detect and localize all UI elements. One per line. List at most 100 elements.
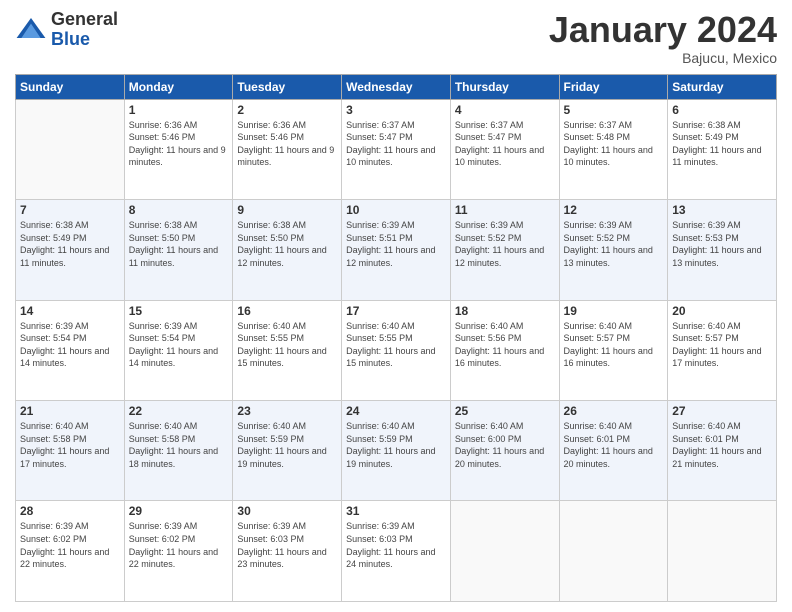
sunset-time: Sunset: 6:02 PM [20, 534, 87, 544]
day-info: Sunrise: 6:40 AM Sunset: 5:56 PM Dayligh… [455, 320, 555, 370]
day-number: 9 [237, 203, 337, 217]
table-row: 30 Sunrise: 6:39 AM Sunset: 6:03 PM Dayl… [233, 501, 342, 602]
sunrise-time: Sunrise: 6:36 AM [237, 120, 306, 130]
table-row: 3 Sunrise: 6:37 AM Sunset: 5:47 PM Dayli… [342, 99, 451, 199]
sunrise-time: Sunrise: 6:40 AM [129, 421, 198, 431]
day-number: 8 [129, 203, 229, 217]
daylight-hours: Daylight: 11 hours and 14 minutes. [129, 346, 218, 369]
logo-blue: Blue [51, 30, 118, 50]
logo: General Blue [15, 10, 118, 50]
day-number: 11 [455, 203, 555, 217]
day-number: 27 [672, 404, 772, 418]
sunset-time: Sunset: 6:01 PM [564, 434, 631, 444]
table-row: 12 Sunrise: 6:39 AM Sunset: 5:52 PM Dayl… [559, 200, 668, 300]
sunset-time: Sunset: 5:47 PM [346, 132, 413, 142]
sunset-time: Sunset: 5:49 PM [20, 233, 87, 243]
col-sunday: Sunday [16, 74, 125, 99]
col-monday: Monday [124, 74, 233, 99]
daylight-hours: Daylight: 11 hours and 16 minutes. [564, 346, 653, 369]
col-saturday: Saturday [668, 74, 777, 99]
daylight-hours: Daylight: 11 hours and 13 minutes. [672, 245, 761, 268]
col-friday: Friday [559, 74, 668, 99]
sunset-time: Sunset: 5:59 PM [237, 434, 304, 444]
day-number: 21 [20, 404, 120, 418]
day-info: Sunrise: 6:40 AM Sunset: 5:55 PM Dayligh… [237, 320, 337, 370]
daylight-hours: Daylight: 11 hours and 12 minutes. [346, 245, 435, 268]
sunset-time: Sunset: 5:51 PM [346, 233, 413, 243]
daylight-hours: Daylight: 11 hours and 13 minutes. [564, 245, 653, 268]
day-number: 7 [20, 203, 120, 217]
sunset-time: Sunset: 5:46 PM [237, 132, 304, 142]
sunrise-time: Sunrise: 6:39 AM [20, 521, 89, 531]
table-row: 16 Sunrise: 6:40 AM Sunset: 5:55 PM Dayl… [233, 300, 342, 400]
day-number: 17 [346, 304, 446, 318]
day-number: 24 [346, 404, 446, 418]
day-info: Sunrise: 6:40 AM Sunset: 5:58 PM Dayligh… [20, 420, 120, 470]
table-row [16, 99, 125, 199]
table-row: 25 Sunrise: 6:40 AM Sunset: 6:00 PM Dayl… [450, 401, 559, 501]
table-row: 29 Sunrise: 6:39 AM Sunset: 6:02 PM Dayl… [124, 501, 233, 602]
table-row: 20 Sunrise: 6:40 AM Sunset: 5:57 PM Dayl… [668, 300, 777, 400]
day-info: Sunrise: 6:37 AM Sunset: 5:47 PM Dayligh… [346, 119, 446, 169]
day-info: Sunrise: 6:40 AM Sunset: 5:55 PM Dayligh… [346, 320, 446, 370]
day-info: Sunrise: 6:40 AM Sunset: 5:57 PM Dayligh… [564, 320, 664, 370]
calendar: Sunday Monday Tuesday Wednesday Thursday… [15, 74, 777, 602]
day-info: Sunrise: 6:40 AM Sunset: 6:01 PM Dayligh… [564, 420, 664, 470]
sunrise-time: Sunrise: 6:39 AM [129, 321, 198, 331]
calendar-body: 1 Sunrise: 6:36 AM Sunset: 5:46 PM Dayli… [16, 99, 777, 601]
daylight-hours: Daylight: 11 hours and 11 minutes. [20, 245, 109, 268]
day-number: 1 [129, 103, 229, 117]
table-row: 19 Sunrise: 6:40 AM Sunset: 5:57 PM Dayl… [559, 300, 668, 400]
daylight-hours: Daylight: 11 hours and 11 minutes. [672, 145, 761, 168]
day-number: 10 [346, 203, 446, 217]
day-number: 6 [672, 103, 772, 117]
day-info: Sunrise: 6:39 AM Sunset: 5:54 PM Dayligh… [20, 320, 120, 370]
daylight-hours: Daylight: 11 hours and 24 minutes. [346, 547, 435, 570]
day-info: Sunrise: 6:39 AM Sunset: 5:52 PM Dayligh… [564, 219, 664, 269]
sunrise-time: Sunrise: 6:40 AM [455, 421, 524, 431]
sunset-time: Sunset: 6:03 PM [346, 534, 413, 544]
col-thursday: Thursday [450, 74, 559, 99]
sunrise-time: Sunrise: 6:38 AM [672, 120, 741, 130]
table-row [559, 501, 668, 602]
sunset-time: Sunset: 5:49 PM [672, 132, 739, 142]
sunrise-time: Sunrise: 6:39 AM [346, 521, 415, 531]
day-number: 12 [564, 203, 664, 217]
table-row: 21 Sunrise: 6:40 AM Sunset: 5:58 PM Dayl… [16, 401, 125, 501]
day-number: 25 [455, 404, 555, 418]
sunrise-time: Sunrise: 6:39 AM [237, 521, 306, 531]
sunrise-time: Sunrise: 6:40 AM [346, 421, 415, 431]
daylight-hours: Daylight: 11 hours and 10 minutes. [346, 145, 435, 168]
daylight-hours: Daylight: 11 hours and 12 minutes. [455, 245, 544, 268]
header-row: Sunday Monday Tuesday Wednesday Thursday… [16, 74, 777, 99]
sunrise-time: Sunrise: 6:40 AM [564, 421, 633, 431]
sunset-time: Sunset: 5:47 PM [455, 132, 522, 142]
day-info: Sunrise: 6:39 AM Sunset: 5:52 PM Dayligh… [455, 219, 555, 269]
sunset-time: Sunset: 5:52 PM [564, 233, 631, 243]
daylight-hours: Daylight: 11 hours and 10 minutes. [564, 145, 653, 168]
sunset-time: Sunset: 5:59 PM [346, 434, 413, 444]
table-row: 5 Sunrise: 6:37 AM Sunset: 5:48 PM Dayli… [559, 99, 668, 199]
day-info: Sunrise: 6:39 AM Sunset: 6:03 PM Dayligh… [237, 520, 337, 570]
table-row: 6 Sunrise: 6:38 AM Sunset: 5:49 PM Dayli… [668, 99, 777, 199]
table-row: 13 Sunrise: 6:39 AM Sunset: 5:53 PM Dayl… [668, 200, 777, 300]
table-row: 17 Sunrise: 6:40 AM Sunset: 5:55 PM Dayl… [342, 300, 451, 400]
day-info: Sunrise: 6:37 AM Sunset: 5:47 PM Dayligh… [455, 119, 555, 169]
table-row: 10 Sunrise: 6:39 AM Sunset: 5:51 PM Dayl… [342, 200, 451, 300]
col-wednesday: Wednesday [342, 74, 451, 99]
table-row: 31 Sunrise: 6:39 AM Sunset: 6:03 PM Dayl… [342, 501, 451, 602]
sunrise-time: Sunrise: 6:39 AM [20, 321, 89, 331]
page: General Blue January 2024 Bajucu, Mexico… [0, 0, 792, 612]
week-row: 28 Sunrise: 6:39 AM Sunset: 6:02 PM Dayl… [16, 501, 777, 602]
sunset-time: Sunset: 5:58 PM [20, 434, 87, 444]
table-row: 8 Sunrise: 6:38 AM Sunset: 5:50 PM Dayli… [124, 200, 233, 300]
sunrise-time: Sunrise: 6:40 AM [346, 321, 415, 331]
day-info: Sunrise: 6:40 AM Sunset: 6:01 PM Dayligh… [672, 420, 772, 470]
day-info: Sunrise: 6:40 AM Sunset: 5:57 PM Dayligh… [672, 320, 772, 370]
month-title: January 2024 [549, 10, 777, 50]
daylight-hours: Daylight: 11 hours and 19 minutes. [237, 446, 326, 469]
day-info: Sunrise: 6:40 AM Sunset: 5:58 PM Dayligh… [129, 420, 229, 470]
sunrise-time: Sunrise: 6:38 AM [237, 220, 306, 230]
day-number: 2 [237, 103, 337, 117]
sunset-time: Sunset: 5:57 PM [564, 333, 631, 343]
